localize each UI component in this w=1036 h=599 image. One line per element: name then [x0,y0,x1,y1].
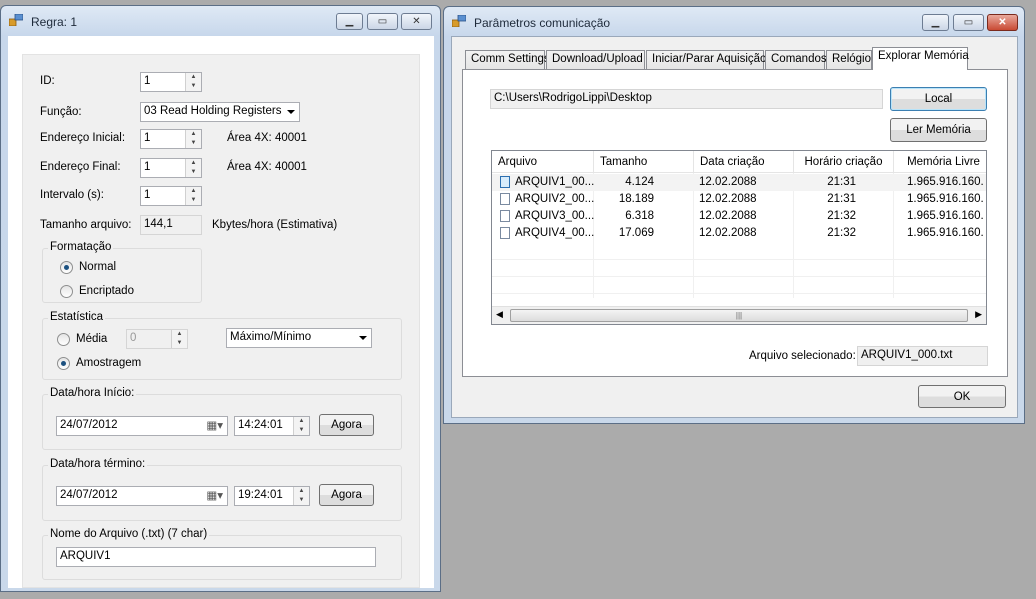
col-header-memoria[interactable]: Memória Livre [894,151,986,173]
intervalo-spin-buttons[interactable]: ▲ ▼ [185,187,201,205]
params-titlebar[interactable]: Parâmetros comunicação ▁ ▭ ✕ [444,7,1024,33]
col-header-horario[interactable]: Horário criação [794,151,894,173]
maximize-button[interactable]: ▭ [953,14,984,31]
scroll-left-icon[interactable]: ◀ [496,309,503,320]
nome-arquivo-input[interactable]: ARQUIV1 [56,547,376,567]
minimize-button[interactable]: ▁ [922,14,949,31]
funcao-select[interactable]: 03 Read Holding Registers [140,102,300,122]
file-icon [500,193,510,205]
termino-time-stepper[interactable]: 19:24:01 ▲ ▼ [234,486,310,506]
grid-line [492,293,986,294]
maximize-button[interactable]: ▭ [367,13,398,30]
tamanho-label: Tamanho arquivo: [40,219,132,231]
tamanho-unit: Kbytes/hora (Estimativa) [212,219,338,231]
funcao-label: Função: [40,106,82,118]
tab-iniciar-parar[interactable]: Iniciar/Parar Aquisição [646,50,766,69]
inicio-date-picker[interactable]: 24/07/2012 ▦▾ [56,416,228,436]
dropdown-arrow-icon [359,336,367,340]
arquivo-selecionado-label: Arquivo selecionado: [749,350,856,362]
close-button[interactable]: ✕ [401,13,432,30]
endereco-final-spin-buttons[interactable]: ▲ ▼ [185,159,201,177]
endereco-inicial-info: Área 4X: 40001 [227,132,307,144]
scroll-thumb[interactable]: ||| [510,309,968,322]
endereco-inicial-spin-buttons[interactable]: ▲ ▼ [185,130,201,148]
horizontal-scrollbar[interactable]: ◀ ||| ▶ [492,306,986,324]
ler-memoria-button[interactable]: Ler Memória [890,118,987,142]
media-stepper: 0 ▲ ▼ [126,329,188,349]
tamanho-field: 144,1 [140,215,202,235]
ok-button[interactable]: OK [918,385,1006,408]
media-radio[interactable] [57,333,70,346]
estatistica-mode-select[interactable]: Máximo/Mínimo [226,328,372,348]
regra-title: Regra: 1 [31,15,78,29]
estatistica-title: Estatística [48,311,106,323]
close-button[interactable]: ✕ [987,14,1018,31]
dropdown-arrow-icon [287,110,295,114]
file-checked-icon [500,176,510,188]
params-title: Parâmetros comunicação [474,16,611,30]
local-button[interactable]: Local [890,87,987,111]
table-row[interactable]: ARQUIV3_00... 6.318 12.02.2088 21:32 1.9… [492,208,986,225]
inicio-agora-button[interactable]: Agora [319,414,374,436]
calendar-icon[interactable]: ▦▾ [206,418,223,432]
termino-agora-button[interactable]: Agora [319,484,374,506]
file-icon [500,210,510,222]
grid-line [492,276,986,277]
id-label: ID: [40,75,55,87]
col-header-arquivo[interactable]: Arquivo [492,151,594,173]
grid-line [492,259,986,260]
tab-comandos[interactable]: Comandos [765,50,827,69]
endereco-final-stepper[interactable]: 1 ▲ ▼ [140,158,202,178]
endereco-final-info: Área 4X: 40001 [227,161,307,173]
inicio-title: Data/hora Início: [48,387,137,399]
intervalo-label: Intervalo (s): [40,189,104,201]
tab-comm-settings[interactable]: Comm Settings [465,50,550,69]
col-header-data[interactable]: Data criação [694,151,794,173]
table-row[interactable]: ARQUIV4_00... 17.069 12.02.2088 21:32 1.… [492,225,986,242]
termino-time-spin-buttons[interactable]: ▲ ▼ [293,487,309,505]
col-header-tamanho[interactable]: Tamanho [594,151,694,173]
path-field: C:\Users\RodrigoLippi\Desktop [490,89,883,109]
termino-title: Data/hora término: [48,458,148,470]
intervalo-stepper[interactable]: 1 ▲ ▼ [140,186,202,206]
id-spin-buttons[interactable]: ▲ ▼ [185,73,201,91]
endereco-inicial-stepper[interactable]: 1 ▲ ▼ [140,129,202,149]
inicio-time-stepper[interactable]: 14:24:01 ▲ ▼ [234,416,310,436]
encriptado-label[interactable]: Encriptado [79,285,134,297]
file-icon [500,227,510,239]
normal-radio[interactable] [60,261,73,274]
id-stepper[interactable]: 1 ▲ ▼ [140,72,202,92]
media-spin-buttons: ▲ ▼ [171,330,187,348]
endereco-inicial-label: Endereço Inicial: [40,132,126,144]
nome-title: Nome do Arquivo (.txt) (7 char) [48,528,210,540]
minimize-button[interactable]: ▁ [336,13,363,30]
scroll-right-icon[interactable]: ▶ [975,309,982,320]
encriptado-radio[interactable] [60,285,73,298]
inicio-time-spin-buttons[interactable]: ▲ ▼ [293,417,309,435]
media-label[interactable]: Média [76,333,107,345]
tab-relogio[interactable]: Relógio [826,50,872,69]
tab-download-upload[interactable]: Download/Upload [546,50,645,69]
table-row[interactable]: ARQUIV1_00... 4.124 12.02.2088 21:31 1.9… [492,174,986,191]
formatacao-title: Formatação [48,241,114,253]
table-row[interactable]: ARQUIV2_00... 18.189 12.02.2088 21:31 1.… [492,191,986,208]
termino-date-picker[interactable]: 24/07/2012 ▦▾ [56,486,228,506]
app-icon [452,15,466,27]
files-listview[interactable]: Arquivo Tamanho Data criação Horário cri… [491,150,987,325]
calendar-icon[interactable]: ▦▾ [206,488,223,502]
normal-label[interactable]: Normal [79,261,116,273]
arquivo-selecionado-field: ARQUIV1_000.txt [857,346,988,366]
amostragem-radio[interactable] [57,357,70,370]
endereco-final-label: Endereço Final: [40,161,121,173]
amostragem-label[interactable]: Amostragem [76,357,141,369]
app-icon [9,14,23,26]
tab-explorar-memoria[interactable]: Explorar Memória [872,47,969,70]
regra-titlebar[interactable]: Regra: 1 ▁ ▭ ✕ [1,6,440,32]
